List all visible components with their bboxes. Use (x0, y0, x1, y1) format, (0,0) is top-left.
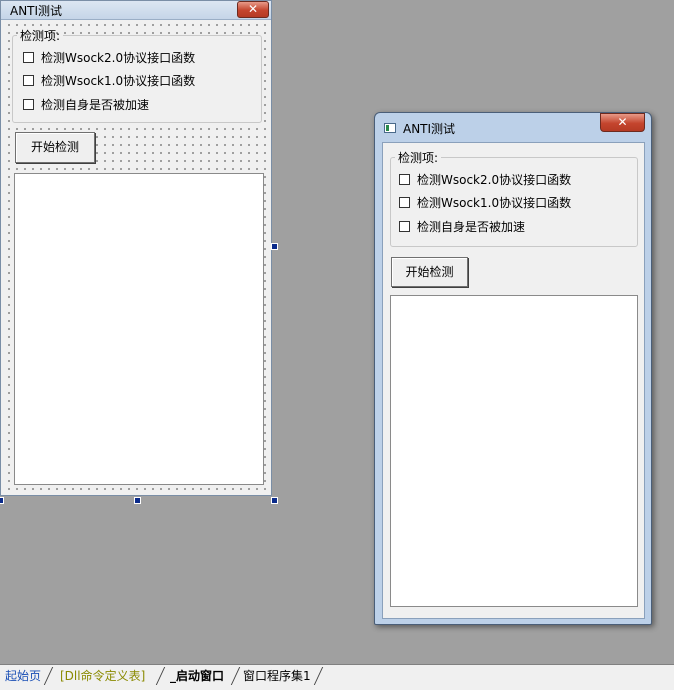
tab-dll-commands[interactable]: [Dll命令定义表] (60, 666, 145, 686)
tab-window-assembly[interactable]: 窗口程序集1 (243, 666, 311, 686)
designer-start-button[interactable]: 开始检测 (15, 132, 95, 163)
resize-handle-bottom-right[interactable] (271, 497, 278, 504)
tab-separator (313, 667, 324, 685)
checkbox-box[interactable] (23, 98, 34, 110)
resize-handle-bottom[interactable] (134, 497, 141, 504)
preview-window[interactable]: ANTI测试 ✕ 检测项: 检测Wsock2.0协议接口函数 检测Wsock1.… (374, 112, 652, 625)
preview-result-listbox[interactable] (390, 295, 638, 607)
checkbox-box[interactable] (23, 51, 34, 63)
checkbox-label: 检测Wsock1.0协议接口函数 (417, 195, 572, 210)
preview-client-area: 检测项: 检测Wsock2.0协议接口函数 检测Wsock1.0协议接口函数 检… (382, 142, 645, 619)
preview-group-label: 检测项: (398, 151, 439, 165)
checkbox-box[interactable] (399, 173, 410, 185)
designer-result-listbox[interactable] (14, 173, 264, 485)
designer-group-label: 检测项: (20, 29, 61, 43)
designer-close-button[interactable]: ✕ (237, 1, 269, 18)
tab-separator (155, 667, 166, 685)
window-app-icon (384, 123, 396, 133)
resize-handle-right[interactable] (271, 243, 278, 250)
preview-close-button[interactable]: ✕ (600, 113, 645, 132)
checkbox-label: 检测自身是否被加速 (417, 219, 526, 234)
preview-window-title: ANTI测试 (403, 122, 456, 136)
tab-start-page[interactable]: 起始页 (5, 666, 41, 686)
preview-start-button[interactable]: 开始检测 (391, 257, 468, 287)
tab-startup-window[interactable]: _启动窗口 (170, 666, 224, 686)
designer-title-bar[interactable]: ANTI测试 (1, 1, 271, 20)
checkbox-label: 检测Wsock2.0协议接口函数 (417, 172, 572, 187)
designer-window-title: ANTI测试 (10, 4, 63, 18)
designer-checkbox-speedup[interactable]: 检测自身是否被加速 (23, 96, 149, 112)
checkbox-label: 检测Wsock1.0协议接口函数 (41, 73, 196, 88)
tab-separator (230, 667, 241, 685)
designer-checkbox-wsock2[interactable]: 检测Wsock2.0协议接口函数 (23, 49, 195, 65)
tab-separator (43, 667, 54, 685)
editor-tab-bar: 起始页 [Dll命令定义表] _启动窗口 窗口程序集1 (0, 664, 674, 690)
designer-client-area[interactable]: 检测项: 检测Wsock2.0协议接口函数 检测Wsock1.0协议接口函数 检… (5, 21, 267, 491)
checkbox-box[interactable] (399, 196, 410, 208)
checkbox-box[interactable] (399, 220, 410, 232)
checkbox-label: 检测Wsock2.0协议接口函数 (41, 50, 196, 65)
close-icon: ✕ (617, 115, 628, 129)
resize-handle-bottom-left[interactable] (0, 497, 4, 504)
checkbox-box[interactable] (23, 74, 34, 86)
preview-checkbox-wsock1[interactable]: 检测Wsock1.0协议接口函数 (399, 194, 571, 210)
preview-checkbox-wsock2[interactable]: 检测Wsock2.0协议接口函数 (399, 171, 571, 187)
checkbox-label: 检测自身是否被加速 (41, 97, 150, 112)
designer-checkbox-wsock1[interactable]: 检测Wsock1.0协议接口函数 (23, 72, 195, 88)
preview-checkbox-speedup[interactable]: 检测自身是否被加速 (399, 218, 525, 234)
close-icon: ✕ (247, 2, 259, 16)
designer-form[interactable]: ANTI测试 ✕ 检测项: 检测Wsock2.0协议接口函数 检测Wsock1.… (0, 0, 272, 496)
